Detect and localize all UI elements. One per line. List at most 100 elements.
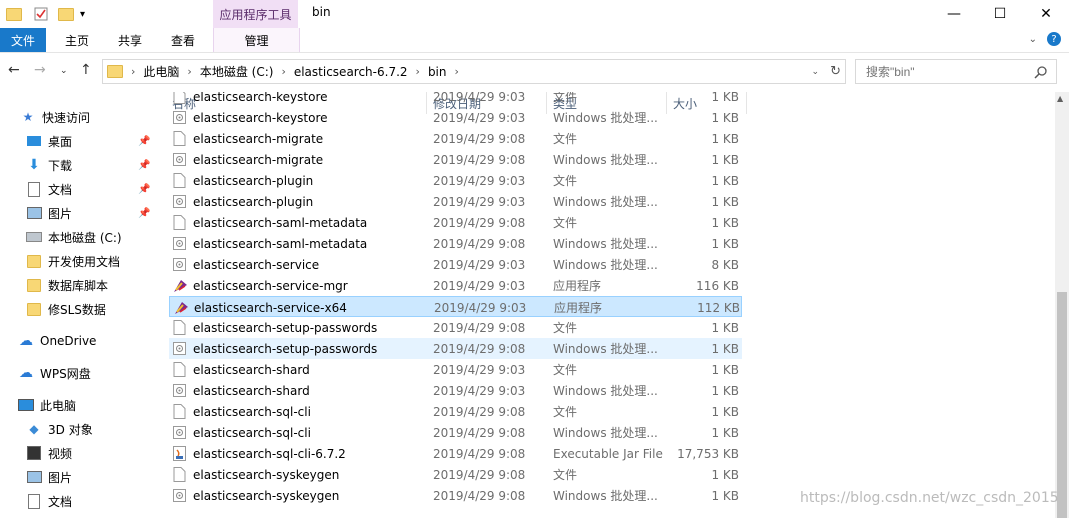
file-row[interactable]: elasticsearch-shard 2019/4/29 9:03 文件 1 KB xyxy=(169,359,742,380)
file-name: elasticsearch-service-mgr xyxy=(193,278,348,293)
sidebar-item-desktop[interactable]: 桌面 xyxy=(26,130,72,152)
scrollbar-thumb[interactable] xyxy=(1057,292,1067,518)
chevron-right-icon[interactable]: › xyxy=(187,65,191,78)
new-folder-icon[interactable] xyxy=(58,5,74,23)
wps-cloud-icon: ☁ xyxy=(19,365,33,381)
tab-file[interactable]: 文件 xyxy=(0,28,46,52)
back-arrow-icon[interactable]: ← xyxy=(8,62,20,78)
tab-home[interactable]: 主页 xyxy=(54,28,100,52)
file-date: 2019/4/29 9:08 xyxy=(433,152,526,167)
pin-icon: 📌 xyxy=(138,208,151,219)
recent-locations-icon[interactable]: ⌄ xyxy=(60,66,68,76)
sidebar-item-3d-objects[interactable]: ◆ 3D 对象 xyxy=(26,418,93,440)
breadcrumb-this-pc[interactable]: 此电脑 xyxy=(143,63,179,80)
search-box[interactable] xyxy=(855,59,1057,84)
file-row[interactable]: elasticsearch-syskeygen 2019/4/29 9:08 文件 1… xyxy=(169,464,742,485)
file-name: elasticsearch-shard xyxy=(193,383,310,398)
exe-file-icon xyxy=(173,278,187,293)
file-date: 2019/4/29 9:08 xyxy=(433,236,526,251)
file-row[interactable]: elasticsearch-plugin 2019/4/29 9:03 文件 1 KB xyxy=(169,170,742,191)
up-arrow-icon[interactable]: ↑ xyxy=(80,62,92,78)
maximize-button[interactable]: ☐ xyxy=(977,0,1023,28)
file-type: 文件 xyxy=(553,174,578,188)
breadcrumb-local-disk[interactable]: 本地磁盘 (C:) xyxy=(200,63,274,80)
sidebar-item-label: 开发使用文档 xyxy=(48,254,121,269)
sidebar-item-this-pc[interactable]: 此电脑 xyxy=(18,394,76,416)
sidebar-item-local-disk[interactable]: 本地磁盘 (C:) xyxy=(26,226,122,248)
sidebar-item-downloads[interactable]: ⬇ 下载 xyxy=(26,154,72,176)
file-file-icon xyxy=(173,362,186,377)
tab-view[interactable]: 查看 xyxy=(160,28,206,52)
scroll-up-icon[interactable]: ▲ xyxy=(1057,94,1063,103)
sidebar-item-pictures[interactable]: 图片 xyxy=(26,202,72,224)
help-icon[interactable]: ? xyxy=(1047,32,1061,46)
address-bar[interactable]: › 此电脑 › 本地磁盘 (C:) › elasticsearch-6.7.2 … xyxy=(102,59,846,84)
file-size: 1 KB xyxy=(711,194,739,209)
sidebar-item-pictures-pc[interactable]: 图片 xyxy=(26,466,72,488)
file-name: elasticsearch-saml-metadata xyxy=(193,236,368,251)
file-size: 112 KB xyxy=(697,300,740,315)
tab-manage[interactable]: 管理 xyxy=(213,28,300,52)
chevron-right-icon[interactable]: › xyxy=(455,65,459,78)
file-size: 1 KB xyxy=(711,383,739,398)
file-row[interactable]: elasticsearch-syskeygen 2019/4/29 9:08 Win… xyxy=(169,485,742,506)
sidebar-item-label: 3D 对象 xyxy=(48,422,93,437)
properties-icon[interactable] xyxy=(34,5,48,23)
sidebar-item-documents[interactable]: 文档 xyxy=(26,178,72,200)
tab-share[interactable]: 共享 xyxy=(107,28,153,52)
file-type: 文件 xyxy=(553,132,578,146)
sidebar-item-documents-pc[interactable]: 文档 xyxy=(26,490,72,512)
sidebar-item-label: 文档 xyxy=(48,494,73,509)
sidebar-item-quick-access[interactable]: ★ 快速访问 xyxy=(20,106,90,128)
chevron-down-icon[interactable]: ⌄ xyxy=(811,67,819,77)
file-name: elasticsearch-sql-cli-6.7.2 xyxy=(193,446,346,461)
file-row[interactable]: elasticsearch-keystore 2019/4/29 9:03 文件 1 … xyxy=(169,92,742,107)
folder-icon xyxy=(6,5,22,23)
sidebar-item-wps-cloud[interactable]: ☁ WPS网盘 xyxy=(18,362,91,384)
file-row[interactable]: elasticsearch-keystore 2019/4/29 9:03 Wind… xyxy=(169,107,742,128)
file-row[interactable]: elasticsearch-service-mgr 2019/4/29 9:03 应… xyxy=(169,275,742,296)
expand-ribbon-icon[interactable]: ⌄ xyxy=(1029,34,1037,45)
file-row[interactable]: elasticsearch-shard 2019/4/29 9:03 Windows… xyxy=(169,380,742,401)
file-row[interactable]: elasticsearch-plugin 2019/4/29 9:03 Window… xyxy=(169,191,742,212)
file-row[interactable]: elasticsearch-setup-passwords 2019/4/29 9… xyxy=(169,317,742,338)
file-row[interactable]: elasticsearch-saml-metadata 2019/4/29 9:0… xyxy=(169,212,742,233)
sidebar-item-db-scripts[interactable]: 数据库脚本 xyxy=(26,274,108,296)
sidebar-item-label: OneDrive xyxy=(40,334,97,348)
file-date: 2019/4/29 9:08 xyxy=(433,341,526,356)
sidebar-item-sls-data[interactable]: 修SLS数据 xyxy=(26,298,106,320)
file-row[interactable]: elasticsearch-service 2019/4/29 9:03 Windo… xyxy=(169,254,742,275)
pc-icon xyxy=(18,398,34,412)
customize-toolbar-icon[interactable]: ▾ xyxy=(80,5,85,23)
file-row[interactable]: elasticsearch-migrate 2019/4/29 9:08 Windo… xyxy=(169,149,742,170)
file-row[interactable]: elasticsearch-sql-cli 2019/4/29 9:08 Windo… xyxy=(169,422,742,443)
file-row[interactable]: elasticsearch-sql-cli-6.7.2 2019/4/29 9:0… xyxy=(169,443,742,464)
breadcrumb-bin[interactable]: bin xyxy=(428,65,447,79)
batch-file-icon xyxy=(173,236,186,251)
file-row[interactable]: elasticsearch-saml-metadata 2019/4/29 9:0… xyxy=(169,233,742,254)
search-input[interactable] xyxy=(864,63,1038,80)
file-row[interactable]: elasticsearch-setup-passwords 2019/4/29 9… xyxy=(169,338,742,359)
file-row[interactable]: elasticsearch-migrate 2019/4/29 9:08 文件 1 K… xyxy=(169,128,742,149)
file-date: 2019/4/29 9:08 xyxy=(433,446,526,461)
file-date: 2019/4/29 9:08 xyxy=(433,404,526,419)
minimize-button[interactable]: — xyxy=(931,0,977,28)
sidebar-item-label: 此电脑 xyxy=(40,398,77,413)
vertical-scrollbar[interactable]: ▲ xyxy=(1055,92,1069,518)
file-name: elasticsearch-keystore xyxy=(193,110,328,125)
forward-arrow-icon[interactable]: → xyxy=(34,62,46,78)
sidebar-item-onedrive[interactable]: ☁ OneDrive xyxy=(18,330,96,352)
sidebar-item-videos[interactable]: 视频 xyxy=(26,442,72,464)
chevron-right-icon[interactable]: › xyxy=(416,65,420,78)
file-row[interactable]: elasticsearch-service-x64 2019/4/29 9:03 应… xyxy=(169,296,742,317)
sidebar-item-dev-docs[interactable]: 开发使用文档 xyxy=(26,250,120,272)
chevron-right-icon[interactable]: › xyxy=(281,65,285,78)
refresh-icon[interactable]: ↻ xyxy=(830,64,841,79)
search-icon xyxy=(1034,65,1047,79)
file-row[interactable]: elasticsearch-sql-cli 2019/4/29 9:08 文件 1 K… xyxy=(169,401,742,422)
file-size: 1 KB xyxy=(711,320,739,335)
breadcrumb-elasticsearch[interactable]: elasticsearch-6.7.2 xyxy=(294,65,408,79)
close-button[interactable]: ✕ xyxy=(1023,0,1069,28)
chevron-right-icon[interactable]: › xyxy=(131,65,135,78)
batch-file-icon xyxy=(173,257,186,272)
